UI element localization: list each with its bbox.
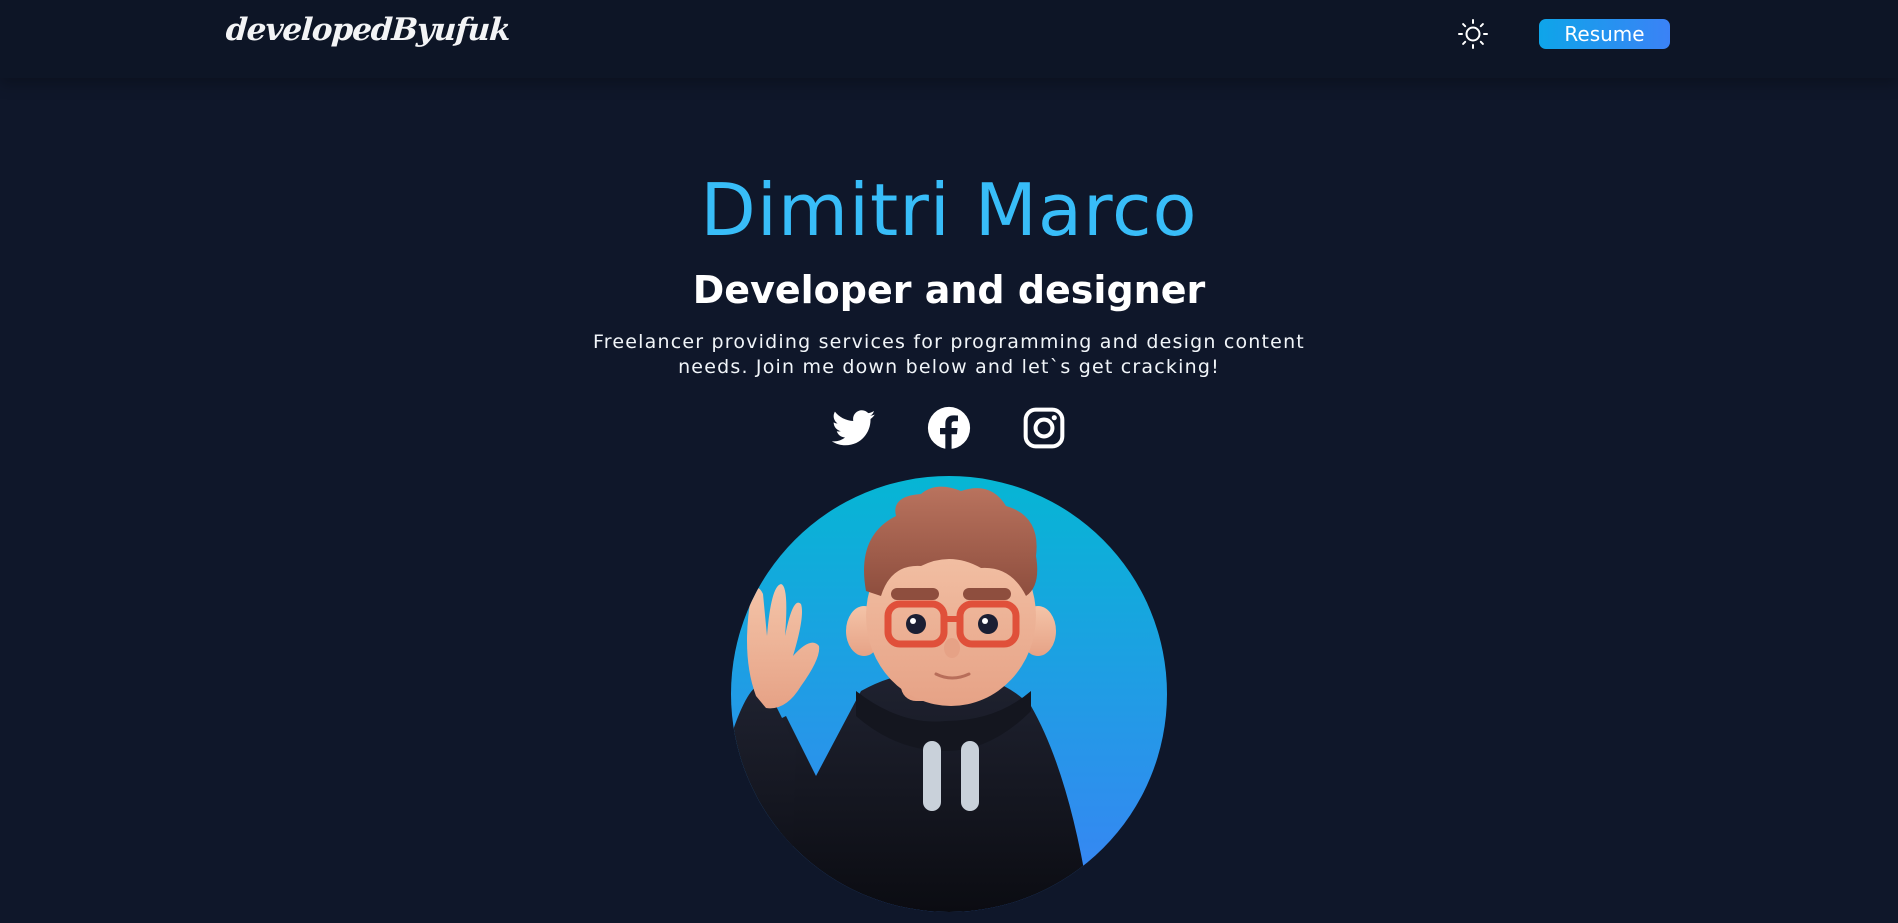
avatar [731,476,1167,912]
resume-button[interactable]: Resume [1539,19,1670,49]
instagram-link[interactable] [1022,406,1066,450]
navbar: developedByufuk Resume [0,0,1898,78]
site-logo[interactable]: developedByufuk [225,12,511,48]
facebook-icon [927,406,971,450]
hero-name: Dimitri Marco [700,168,1198,252]
sun-icon [1458,19,1488,49]
avatar-illustration [731,486,1091,912]
facebook-link[interactable] [927,406,971,450]
twitter-icon [832,410,876,446]
hero-description: Freelancer providing services for progra… [593,331,1305,378]
twitter-link[interactable] [832,406,876,450]
hero-role: Developer and designer [692,268,1206,312]
instagram-icon [1023,407,1065,449]
theme-toggle-button[interactable] [1457,18,1489,50]
